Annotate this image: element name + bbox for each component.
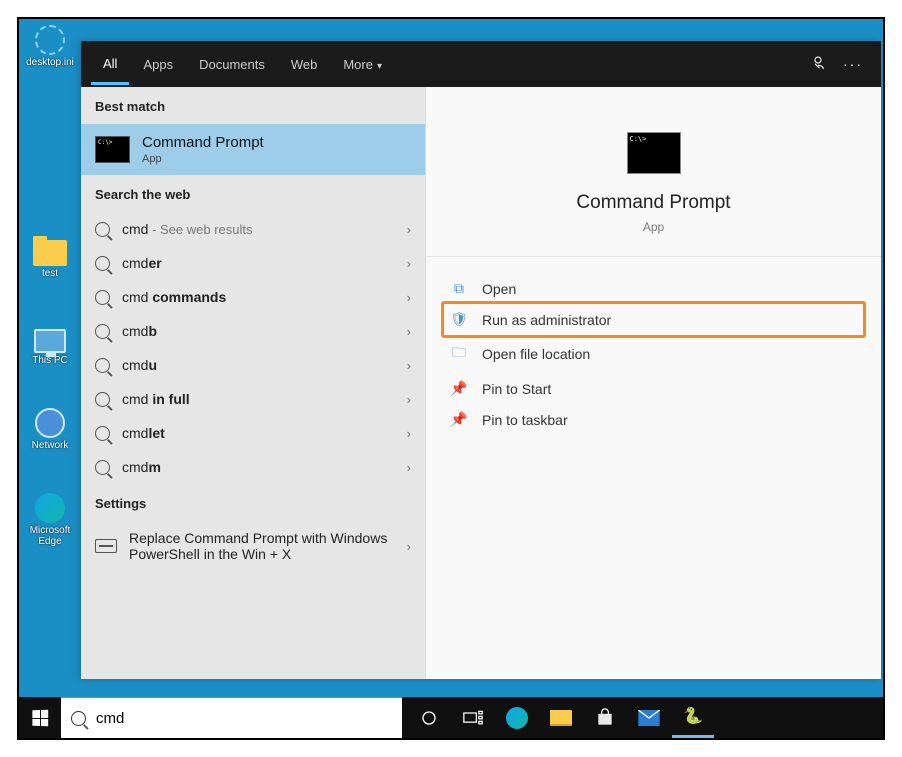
- web-result-text: cmder: [122, 255, 395, 271]
- search-icon: [95, 222, 110, 237]
- search-topbar: All Apps Documents Web More ···: [81, 41, 881, 87]
- folder-open-icon: 🗀: [450, 342, 468, 366]
- gear-icon: [35, 25, 65, 55]
- search-icon: [95, 256, 110, 271]
- best-match-title: Command Prompt: [142, 134, 264, 151]
- preview-subtitle: App: [643, 220, 664, 234]
- task-taskview[interactable]: [452, 697, 494, 738]
- folder-icon: [33, 240, 67, 266]
- chevron-right-icon: ›: [407, 426, 411, 441]
- web-result-text: cmd commands: [122, 289, 395, 305]
- task-python[interactable]: 🐍: [672, 697, 714, 738]
- section-settings: Settings: [81, 484, 425, 521]
- web-result-text: cmdu: [122, 357, 395, 373]
- desktop-icon-thispc[interactable]: This PC: [25, 329, 75, 366]
- best-match-item[interactable]: Command Prompt App: [81, 124, 425, 175]
- chevron-right-icon: ›: [407, 539, 411, 554]
- section-best-match: Best match: [81, 87, 425, 124]
- search-icon: [95, 290, 110, 305]
- action-pin-taskbar-label: Pin to taskbar: [482, 412, 568, 428]
- desktop-icon-desktopini[interactable]: desktop.ini: [25, 25, 75, 68]
- action-run-as-admin[interactable]: 🛡 Run as administrator: [441, 301, 866, 338]
- web-result-cmdu[interactable]: cmdu ›: [81, 348, 425, 382]
- web-result-cmdlet[interactable]: cmdlet ›: [81, 416, 425, 450]
- task-store[interactable]: [584, 697, 626, 738]
- tab-apps[interactable]: Apps: [131, 45, 185, 83]
- action-open-file-location[interactable]: 🗀 Open file location: [444, 335, 863, 373]
- web-result-cmd[interactable]: cmd - See web results ›: [81, 212, 425, 246]
- task-cortana[interactable]: [408, 697, 450, 738]
- action-open-label: Open: [482, 281, 516, 297]
- command-prompt-icon: [95, 136, 130, 163]
- desktop-icon-edge[interactable]: Microsoft Edge: [25, 493, 75, 547]
- tab-documents[interactable]: Documents: [187, 45, 277, 83]
- web-result-cmdb[interactable]: cmdb ›: [81, 314, 425, 348]
- start-button[interactable]: [19, 697, 61, 738]
- search-icon: [95, 426, 110, 441]
- settings-result-text: Replace Command Prompt with Windows Powe…: [129, 530, 395, 562]
- command-prompt-large-icon: [627, 132, 681, 174]
- chevron-right-icon: ›: [407, 324, 411, 339]
- search-icon: [95, 324, 110, 339]
- tab-web[interactable]: Web: [279, 45, 330, 83]
- action-open[interactable]: ⧉ Open: [444, 273, 863, 304]
- settings-result-powershell[interactable]: Replace Command Prompt with Windows Powe…: [81, 521, 425, 571]
- chevron-right-icon: ›: [407, 358, 411, 373]
- taskbar: 🐍: [19, 697, 883, 738]
- results-pane: Best match Command Prompt App Search the…: [81, 87, 425, 679]
- desktop-icon-test[interactable]: test: [25, 240, 75, 279]
- web-result-cmder[interactable]: cmder ›: [81, 246, 425, 280]
- tab-more[interactable]: More: [331, 45, 394, 83]
- search-icon: [71, 711, 86, 726]
- chevron-right-icon: ›: [407, 256, 411, 271]
- windows-logo-icon: [32, 709, 48, 726]
- shield-icon: 🛡: [450, 311, 468, 328]
- preview-title: Command Prompt: [576, 192, 730, 214]
- web-result-text: cmd in full: [122, 391, 395, 407]
- action-pin-start-label: Pin to Start: [482, 381, 551, 397]
- task-explorer[interactable]: [540, 697, 582, 738]
- web-result-cmd-in-full[interactable]: cmd in full ›: [81, 382, 425, 416]
- tab-all[interactable]: All: [91, 44, 129, 85]
- chevron-right-icon: ›: [407, 290, 411, 305]
- web-result-text: cmdm: [122, 459, 395, 475]
- task-edge[interactable]: [496, 697, 538, 738]
- search-input[interactable]: [96, 710, 392, 727]
- computer-icon: [34, 329, 66, 353]
- keyboard-icon: [95, 539, 117, 553]
- web-result-text: cmdlet: [122, 425, 395, 441]
- search-icon: [95, 358, 110, 373]
- pin-icon: 📌: [450, 411, 468, 428]
- start-search-panel: All Apps Documents Web More ··· Best mat…: [81, 41, 881, 679]
- taskbar-search-box[interactable]: [61, 697, 402, 738]
- action-pin-to-taskbar[interactable]: 📌 Pin to taskbar: [444, 404, 863, 435]
- chevron-right-icon: ›: [407, 460, 411, 475]
- desktop-icon-network[interactable]: Network: [25, 408, 75, 451]
- globe-icon: [35, 408, 65, 438]
- chevron-right-icon: ›: [407, 392, 411, 407]
- task-mail[interactable]: [628, 697, 670, 738]
- pin-icon: 📌: [450, 380, 468, 397]
- desktop-area: desktop.ini test This PC Network Microso…: [19, 19, 81, 738]
- feedback-icon[interactable]: [809, 54, 827, 75]
- action-run-admin-label: Run as administrator: [482, 312, 611, 328]
- preview-pane: Command Prompt App ⧉ Open 🛡 Run as admin…: [425, 87, 881, 679]
- best-match-subtitle: App: [142, 153, 264, 165]
- search-icon: [95, 460, 110, 475]
- web-result-cmdm[interactable]: cmdm ›: [81, 450, 425, 484]
- search-icon: [95, 392, 110, 407]
- chevron-right-icon: ›: [407, 222, 411, 237]
- open-icon: ⧉: [450, 280, 468, 297]
- options-icon[interactable]: ···: [843, 56, 863, 72]
- web-result-text: cmd - See web results: [122, 221, 395, 237]
- web-result-text: cmdb: [122, 323, 395, 339]
- web-result-cmd-commands[interactable]: cmd commands ›: [81, 280, 425, 314]
- section-search-web: Search the web: [81, 175, 425, 212]
- edge-icon: [35, 493, 65, 523]
- action-pin-to-start[interactable]: 📌 Pin to Start: [444, 373, 863, 404]
- action-open-loc-label: Open file location: [482, 346, 590, 362]
